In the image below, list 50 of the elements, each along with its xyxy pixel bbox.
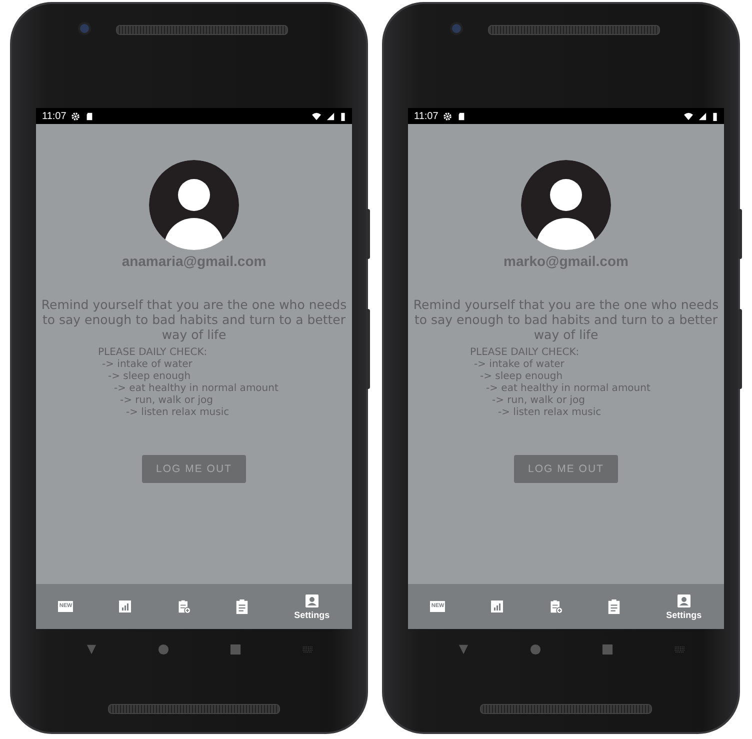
logout-button[interactable]: LOG ME OUT — [514, 455, 618, 483]
nav-tab[interactable]: Settings — [290, 592, 334, 622]
signal-icon — [326, 112, 335, 120]
clipboard-add-icon — [176, 599, 191, 614]
checklist-item: -> eat healthy in normal amount — [486, 383, 650, 394]
checklist-item: -> sleep enough — [108, 371, 191, 382]
wifi-icon — [684, 112, 693, 120]
wifi-icon — [312, 112, 321, 120]
bar-chart-icon — [490, 599, 504, 614]
checklist-item: -> listen relax music — [126, 407, 230, 418]
home-icon[interactable] — [530, 644, 542, 654]
sd-card-icon — [457, 112, 466, 120]
checklist-heading: PLEASE DAILY CHECK: — [470, 347, 580, 359]
clipboard-icon — [235, 599, 250, 614]
home-icon[interactable] — [158, 644, 170, 654]
keyboard-icon[interactable] — [302, 646, 314, 652]
checklist-item: -> intake of water — [474, 359, 564, 370]
checklist-item: -> run, walk or jog — [120, 395, 214, 406]
nav-tab[interactable]: Settings — [662, 592, 706, 622]
sd-card-icon — [85, 112, 94, 120]
checklist-item: -> eat healthy in normal amount — [114, 383, 278, 394]
back-icon[interactable] — [86, 644, 98, 654]
status-time: 11:07 — [414, 110, 438, 122]
bar-chart-icon — [118, 599, 132, 614]
camera-icon — [78, 22, 91, 35]
checklist-item: -> run, walk or jog — [492, 395, 586, 406]
recents-icon[interactable] — [602, 644, 613, 654]
battery-icon — [712, 112, 718, 120]
motto-text: Remind yourself that you are the one who needs to say enough to bad habits and turn to a better way of life — [412, 297, 720, 342]
status-time: 11:07 — [42, 110, 66, 122]
checklist-item: -> sleep enough — [480, 371, 563, 382]
signal-icon — [698, 112, 707, 120]
account-icon — [676, 594, 691, 608]
checklist-item: -> intake of water — [102, 359, 192, 370]
gear-icon — [443, 112, 452, 120]
keyboard-icon[interactable] — [674, 646, 686, 652]
back-icon[interactable] — [458, 644, 470, 654]
clipboard-icon — [607, 599, 622, 614]
checklist-item: -> listen relax music — [498, 407, 602, 418]
logout-button[interactable]: LOG ME OUT — [142, 455, 246, 483]
avatar-icon — [149, 160, 239, 250]
camera-icon — [450, 22, 463, 35]
clipboard-add-icon — [548, 599, 563, 614]
battery-icon — [340, 112, 346, 120]
checklist-heading: PLEASE DAILY CHECK: — [98, 347, 208, 359]
motto-text: Remind yourself that you are the one who needs to say enough to bad habits and turn to a better way of life — [40, 297, 348, 342]
account-icon — [304, 594, 319, 608]
gear-icon — [71, 112, 80, 120]
avatar-icon — [521, 160, 611, 250]
recents-icon[interactable] — [230, 644, 241, 654]
